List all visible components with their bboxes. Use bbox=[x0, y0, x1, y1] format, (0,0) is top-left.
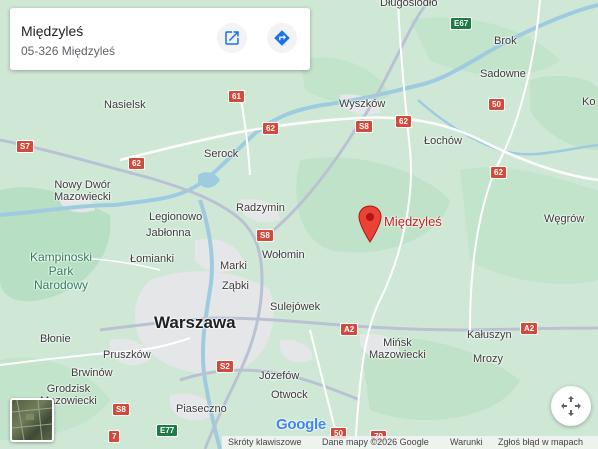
place-info-card: Międzyleś 05-326 Międzyleś bbox=[10, 8, 310, 70]
place-label-wolomin: Wołomin bbox=[262, 249, 305, 261]
place-label-radzymin: Radzymin bbox=[236, 202, 285, 214]
place-label-dlugosiodlo: Długosiodło bbox=[380, 0, 438, 9]
road-shield-e67: E67 bbox=[450, 17, 473, 30]
road-shield-e77: E77 bbox=[156, 424, 179, 437]
place-label-sulejowek: Sulejówek bbox=[270, 301, 321, 313]
map-canvas[interactable]: Długosiodło Brok Sadowne Ko Nasielsk Wys… bbox=[0, 0, 598, 449]
place-address: 05-326 Międzyleś bbox=[21, 44, 116, 58]
directions-icon bbox=[274, 30, 290, 46]
place-label-pruszkow: Pruszków bbox=[103, 349, 151, 361]
map-pin-icon bbox=[358, 205, 382, 243]
place-label-nasielsk: Nasielsk bbox=[104, 99, 146, 111]
place-label-warszawa: Warszawa bbox=[154, 313, 236, 332]
place-label-marki: Marki bbox=[220, 260, 247, 272]
road-shield-62-a: 62 bbox=[262, 122, 279, 135]
road-shield-62-d: 62 bbox=[490, 166, 507, 179]
place-title[interactable]: Międzyleś bbox=[21, 23, 83, 39]
place-label-jablonna: Jabłonna bbox=[146, 227, 191, 239]
location-pin[interactable] bbox=[358, 205, 382, 243]
place-label-zabki: Ząbki bbox=[222, 280, 249, 292]
road-shield-s8-north: S8 bbox=[355, 120, 373, 133]
satellite-layer-toggle[interactable] bbox=[10, 398, 54, 442]
place-label-wegrow: Węgrów bbox=[544, 213, 585, 225]
place-label-piaseczno: Piaseczno bbox=[176, 403, 227, 415]
place-label-wyszkow: Wyszków bbox=[339, 98, 386, 110]
pin-label[interactable]: Międzyleś bbox=[384, 215, 442, 228]
keyboard-shortcuts-link[interactable]: Skróty klawiszowe bbox=[228, 436, 302, 449]
directions-button[interactable] bbox=[267, 23, 297, 53]
place-label-kaluszyn: Kałuszyn bbox=[467, 329, 512, 341]
place-label-jozefow: Józefów bbox=[259, 370, 300, 382]
place-label-lomianki: Łomianki bbox=[130, 253, 175, 265]
road-shield-62-b: 62 bbox=[395, 115, 412, 128]
place-label-ko: Ko bbox=[582, 96, 596, 108]
map-data-attribution: Dane mapy ©2026 Google bbox=[322, 437, 429, 447]
open-in-maps-button[interactable] bbox=[217, 23, 247, 53]
road-shield-a2-west: A2 bbox=[340, 323, 359, 336]
google-logo: Google bbox=[276, 416, 326, 433]
map-attribution-bar: Skróty klawiszowe Dane mapy ©2026 Google… bbox=[222, 436, 598, 449]
place-label-blonie: Błonie bbox=[40, 333, 71, 345]
road-shield-7: 7 bbox=[108, 430, 121, 443]
road-shield-50-north: 50 bbox=[488, 98, 505, 111]
road-shield-s7: S7 bbox=[16, 140, 34, 153]
report-error-link[interactable]: Zgłoś błąd w mapach bbox=[498, 436, 583, 449]
place-label-brwinow: Brwinów bbox=[71, 367, 113, 379]
satellite-thumbnail-icon bbox=[12, 400, 52, 440]
road-shield-s2: S2 bbox=[216, 360, 234, 373]
place-label-mrozy: Mrozy bbox=[473, 353, 503, 365]
open-in-new-icon bbox=[225, 31, 239, 45]
place-label-lochow: Łochów bbox=[424, 135, 462, 147]
road-shield-61: 61 bbox=[228, 90, 245, 103]
place-label-nowy-dwor: Nowy Dwór Mazowiecki bbox=[54, 179, 111, 203]
place-label-otwock: Otwock bbox=[271, 389, 308, 401]
terms-link[interactable]: Warunki bbox=[450, 436, 483, 449]
place-label-minsk: Mińsk Mazowiecki bbox=[369, 337, 426, 361]
place-label-legionowo: Legionowo bbox=[149, 211, 203, 223]
place-label-kampinoski: Kampinoski Park Narodowy bbox=[30, 250, 93, 292]
place-label-brok: Brok bbox=[494, 35, 517, 47]
road-shield-s8-south: S8 bbox=[112, 403, 130, 416]
place-label-serock: Serock bbox=[204, 148, 239, 160]
road-shield-s8-mid: S8 bbox=[256, 229, 274, 242]
road-shield-a2-east: A2 bbox=[520, 322, 539, 335]
road-shield-62-c: 62 bbox=[128, 157, 145, 170]
fullscreen-button[interactable] bbox=[551, 386, 591, 426]
place-label-sadowne: Sadowne bbox=[480, 68, 526, 80]
fullscreen-icon bbox=[561, 396, 581, 416]
